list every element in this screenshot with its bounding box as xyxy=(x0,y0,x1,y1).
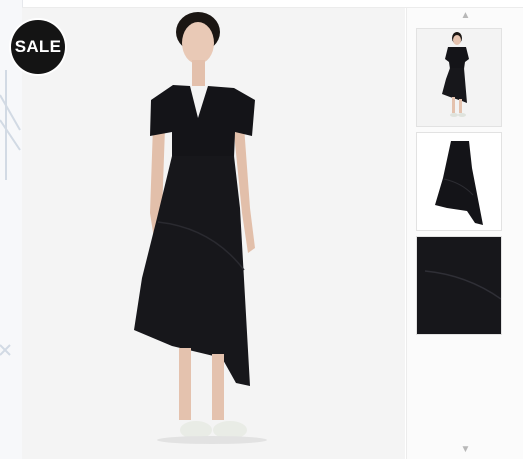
thumbnail-skirt-detail-image xyxy=(417,237,501,334)
main-product-image[interactable] xyxy=(22,8,405,459)
thumbnail-full-outfit[interactable] xyxy=(416,28,502,127)
sale-badge: SALE xyxy=(11,20,65,74)
thumbnail-full-outfit-image xyxy=(417,29,501,126)
thumbnail-skirt-detail[interactable] xyxy=(416,236,502,335)
thumbnail-skirt-only[interactable] xyxy=(416,132,502,231)
thumbnail-skirt-only-image xyxy=(417,133,501,230)
scroll-up-arrow-icon[interactable]: ▲ xyxy=(461,11,471,21)
left-decorative-strip xyxy=(0,0,23,459)
snowflake-decoration-icon xyxy=(0,70,21,356)
model-black-skirt-image xyxy=(22,8,405,459)
sale-badge-label: SALE xyxy=(14,37,62,56)
scroll-down-arrow-icon[interactable]: ▼ xyxy=(461,445,471,455)
thumbnail-strip: ▲ ▼ xyxy=(406,8,523,459)
